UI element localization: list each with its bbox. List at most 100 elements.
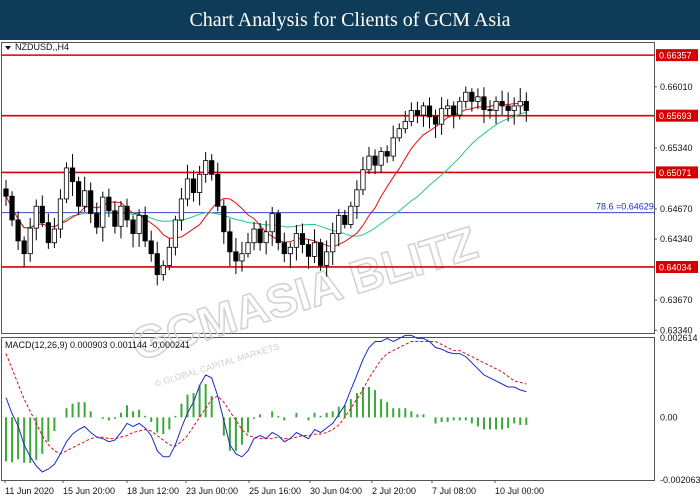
candle-body bbox=[100, 196, 106, 228]
watermark: GCMASIA BLITZ © GLOBAL CAPITAL MARKETS bbox=[124, 215, 484, 388]
candle-body bbox=[203, 160, 209, 175]
candle-body bbox=[463, 91, 469, 102]
price-tick-label: 0.63670 bbox=[660, 295, 693, 305]
candle-body bbox=[287, 246, 293, 255]
candle-body bbox=[299, 233, 306, 245]
candle-body bbox=[354, 189, 360, 207]
price-tick-label: 0.65340 bbox=[660, 143, 693, 153]
candle-body bbox=[311, 242, 318, 257]
candle-body bbox=[51, 228, 58, 244]
candle-body bbox=[76, 181, 82, 207]
candle-body bbox=[154, 253, 160, 276]
fibonacci-label: 78.6 =0.64629 bbox=[596, 202, 654, 212]
candle-body bbox=[69, 167, 76, 183]
candle-body bbox=[118, 205, 124, 227]
candle-body bbox=[106, 196, 112, 212]
candle-body bbox=[481, 96, 487, 110]
candle-body bbox=[215, 173, 221, 207]
candle-body bbox=[190, 178, 197, 193]
candle-body bbox=[160, 265, 166, 276]
candle-body bbox=[432, 116, 439, 125]
candle-body bbox=[209, 160, 215, 175]
candle-body bbox=[239, 253, 245, 262]
candle-body bbox=[227, 231, 233, 253]
time-tick-label: 18 Jun 12:00 bbox=[127, 486, 179, 496]
candle-body bbox=[112, 210, 118, 227]
candle-body bbox=[257, 228, 263, 244]
candle-body bbox=[487, 109, 493, 111]
candle-body bbox=[330, 233, 336, 253]
symbol-dropdown-icon[interactable] bbox=[5, 46, 11, 50]
candle-body bbox=[390, 137, 396, 157]
moving-average-slow-line bbox=[5, 111, 527, 237]
candle-body bbox=[348, 205, 354, 225]
time-tick-label: 10 Jul 00:00 bbox=[495, 486, 544, 496]
price-tick-label: 0.64340 bbox=[660, 234, 693, 244]
candle-body bbox=[88, 190, 94, 214]
candle-body bbox=[3, 188, 9, 197]
candle-body bbox=[245, 242, 251, 255]
candle-body bbox=[451, 105, 457, 116]
level-tag-label: 0.66357 bbox=[659, 51, 692, 61]
candle-body bbox=[130, 219, 136, 234]
candle-body bbox=[94, 213, 100, 228]
candle-body bbox=[184, 178, 191, 200]
time-tick-label: 2 Jul 20:00 bbox=[372, 486, 416, 496]
candle-body bbox=[263, 231, 269, 244]
candle-body bbox=[136, 214, 142, 234]
macd-tick-label: 0.002614 bbox=[660, 333, 698, 343]
candle-body bbox=[148, 240, 154, 255]
candle-body bbox=[396, 128, 402, 139]
candle-body bbox=[414, 110, 421, 116]
candle-body bbox=[408, 110, 414, 122]
candle-body bbox=[27, 227, 33, 255]
time-tick-label: 30 Jun 04:00 bbox=[310, 486, 362, 496]
candle-body bbox=[457, 100, 463, 116]
candle-body bbox=[39, 205, 45, 224]
candle-body bbox=[124, 205, 130, 221]
level-tag-label: 0.65693 bbox=[659, 111, 692, 121]
candle-body bbox=[505, 105, 511, 111]
symbol-label: NZDUSD,,H4 bbox=[15, 42, 69, 52]
candle-body bbox=[445, 105, 451, 110]
time-tick-label: 23 Jun 00:00 bbox=[186, 486, 238, 496]
level-tag-label: 0.64034 bbox=[659, 262, 692, 272]
macd-layer bbox=[5, 334, 528, 473]
candle-body bbox=[166, 246, 172, 266]
candle-body bbox=[511, 105, 517, 111]
candle-body bbox=[317, 242, 324, 266]
candle-body bbox=[275, 213, 281, 244]
candle-body bbox=[196, 173, 203, 193]
macd-signal-line bbox=[5, 341, 527, 455]
candle-body bbox=[475, 96, 481, 102]
macd-tick-label: 0.00 bbox=[660, 412, 678, 422]
candle-body bbox=[372, 155, 378, 166]
chart-banner-title: Chart Analysis for Clients of GCM Asia bbox=[0, 0, 700, 40]
candle-body bbox=[384, 151, 390, 157]
candle-body bbox=[63, 167, 70, 200]
candle-body bbox=[402, 121, 408, 130]
candle-body bbox=[233, 251, 239, 262]
candle-body bbox=[336, 214, 342, 234]
candle-body bbox=[281, 242, 287, 255]
candle-body bbox=[269, 213, 275, 233]
price-layer: 78.6 =0.64629 bbox=[2, 54, 654, 286]
candle-body bbox=[172, 219, 178, 248]
candle-body bbox=[420, 105, 427, 116]
price-tick-label: 0.66010 bbox=[660, 82, 693, 92]
candle-body bbox=[366, 155, 372, 171]
candle-body bbox=[9, 195, 15, 221]
candle-body bbox=[305, 244, 312, 257]
time-tick-label: 15 Jun 20:00 bbox=[63, 486, 115, 496]
time-tick-label: 7 Jul 08:00 bbox=[432, 486, 476, 496]
candle-body bbox=[493, 100, 499, 111]
chart-area: GCMASIA BLITZ © GLOBAL CAPITAL MARKETS 7… bbox=[1, 42, 700, 496]
candle-body bbox=[426, 105, 433, 118]
candle-body bbox=[21, 240, 27, 255]
candle-body bbox=[178, 198, 185, 221]
time-tick-label: 25 Jun 16:00 bbox=[249, 486, 301, 496]
macd-params-label: MACD(12,26,9) 0.000903 0.001144 -0.00024… bbox=[5, 340, 190, 350]
candle-body bbox=[142, 214, 148, 242]
price-tick-label: 0.64670 bbox=[660, 204, 693, 214]
candle-body bbox=[378, 151, 384, 166]
